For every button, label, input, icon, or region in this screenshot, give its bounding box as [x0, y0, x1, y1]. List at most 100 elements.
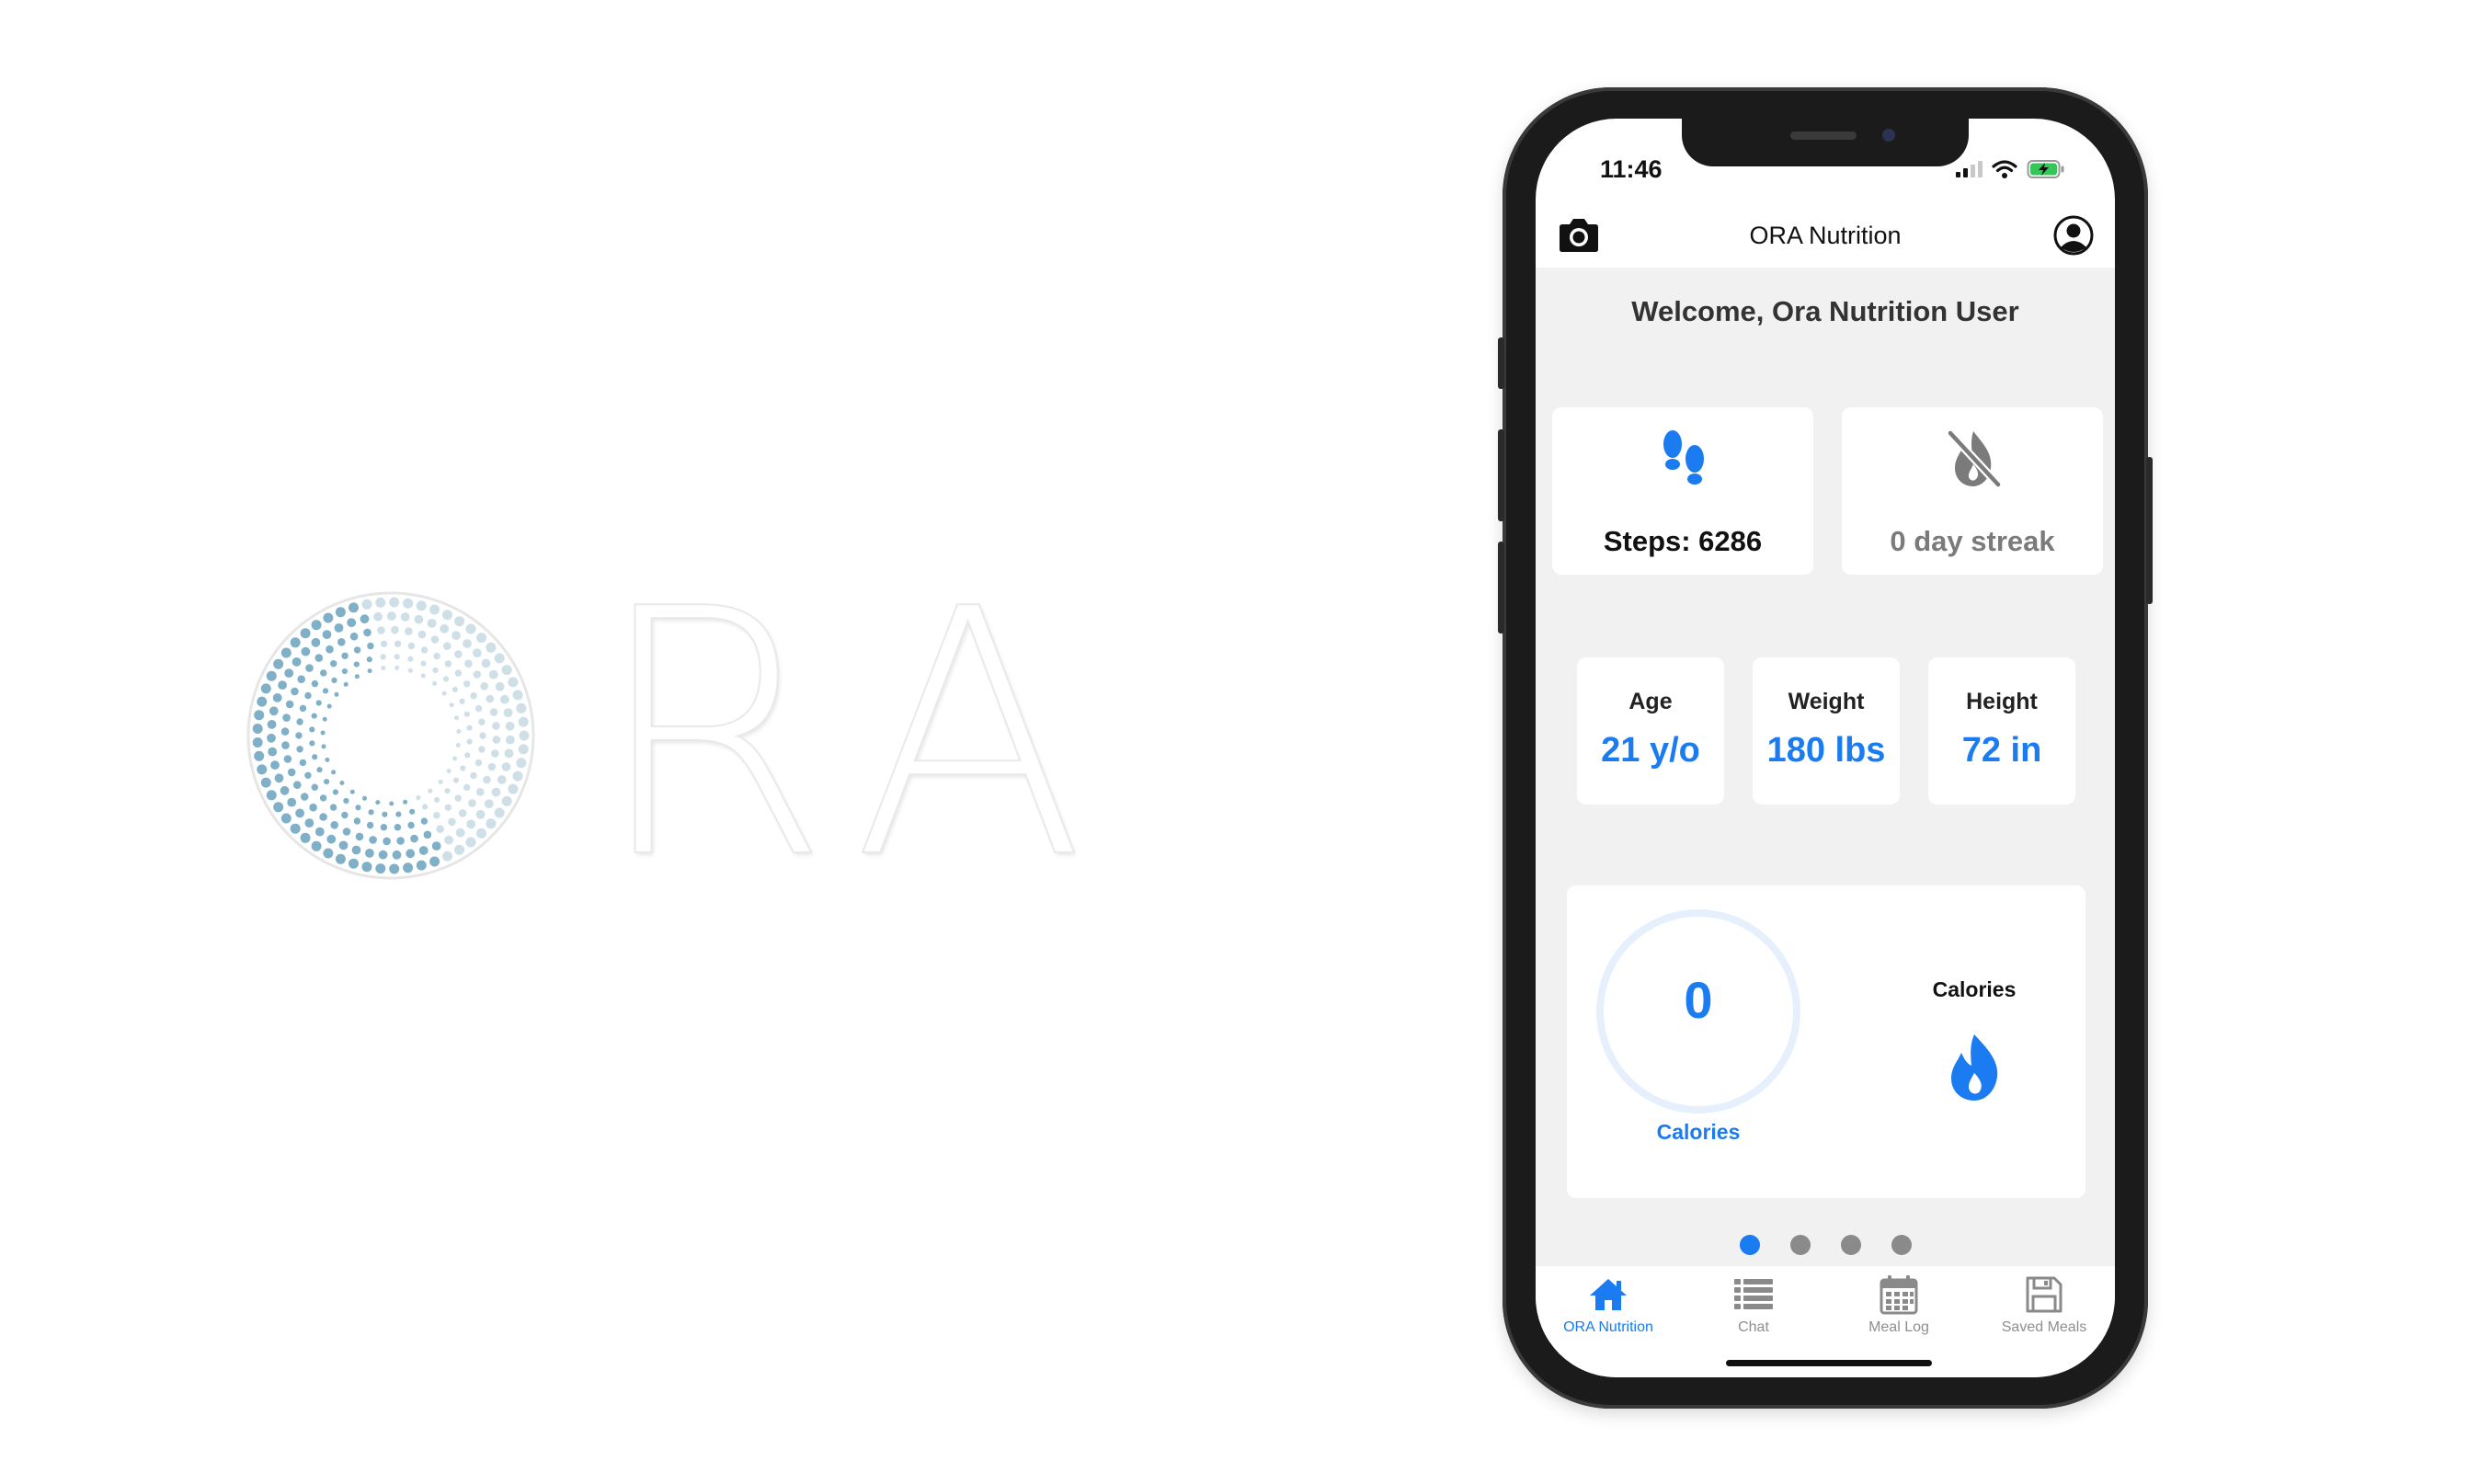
- logo-dot: [254, 750, 265, 761]
- profile-icon[interactable]: [2052, 214, 2095, 257]
- logo-dot-ring-icon: [246, 591, 535, 880]
- logo-dot: [312, 754, 318, 760]
- logo-dot: [311, 713, 317, 719]
- logo-dot: [335, 853, 346, 864]
- logo-dot: [254, 710, 265, 721]
- weight-label: Weight: [1788, 689, 1865, 714]
- logo-dot: [501, 762, 511, 771]
- logo-dot: [380, 654, 386, 660]
- logo-dot: [291, 687, 299, 696]
- logo-dot: [349, 789, 355, 794]
- logo-dot: [395, 811, 402, 817]
- streak-card[interactable]: 0 day streak: [1842, 407, 2103, 575]
- logo-dot: [481, 658, 491, 668]
- logo-dot: [326, 703, 332, 709]
- logo-dot: [284, 668, 294, 678]
- logo-dot: [466, 725, 473, 731]
- logo-dot: [295, 732, 303, 739]
- logo-dot: [444, 660, 452, 668]
- logo-dot: [349, 602, 359, 613]
- height-card[interactable]: Height 72 in: [1928, 657, 2075, 805]
- logo-dot: [325, 757, 330, 762]
- logo-dot: [394, 654, 400, 660]
- steps-card[interactable]: Steps: 6286: [1552, 407, 1813, 575]
- logo-dot: [381, 666, 386, 670]
- page-indicator[interactable]: [1536, 1235, 2115, 1255]
- tab-chat[interactable]: Chat: [1681, 1273, 1826, 1336]
- logo-dot: [257, 696, 268, 707]
- footsteps-icon: [1663, 430, 1704, 485]
- logo-dot: [491, 749, 499, 758]
- logo-dot: [468, 799, 476, 807]
- logo-dot: [347, 618, 357, 628]
- logo-dot: [486, 818, 497, 829]
- logo-dot: [519, 730, 530, 741]
- logo-dot: [451, 631, 461, 640]
- front-camera: [1882, 129, 1895, 142]
- logo-dot: [335, 607, 346, 618]
- logo-dot: [293, 781, 302, 789]
- logo-dot: [448, 817, 456, 827]
- logo-dot: [452, 756, 458, 761]
- logo-dot: [456, 729, 462, 734]
- logo-dot: [368, 809, 374, 816]
- home-indicator[interactable]: [1726, 1360, 1932, 1366]
- logo-dot: [420, 673, 426, 679]
- logo-dot: [287, 797, 297, 807]
- age-value: 21 y/o: [1601, 731, 1700, 770]
- logo-dot: [355, 832, 364, 841]
- tab-saved-meals[interactable]: Saved Meals: [1971, 1273, 2115, 1336]
- logo-dot: [416, 600, 427, 611]
- weight-card[interactable]: Weight 180 lbs: [1753, 657, 1900, 805]
- logo-dot: [432, 680, 438, 686]
- logo-dot: [480, 682, 488, 691]
- logo-dot: [465, 623, 476, 634]
- logo-dot: [269, 706, 279, 716]
- logo-dot: [454, 616, 465, 627]
- logo-dot: [414, 614, 424, 624]
- flame-slash-icon: [1947, 429, 2002, 488]
- logo-dot: [403, 598, 414, 609]
- logo-dot: [433, 812, 440, 819]
- logo-dot: [416, 860, 427, 871]
- logo-dot: [257, 764, 268, 775]
- logo-dot: [409, 808, 416, 815]
- logo-dot: [505, 721, 515, 731]
- logo-dot: [476, 788, 485, 796]
- logo-dot: [311, 783, 318, 791]
- tab-label: Chat: [1738, 1319, 1769, 1335]
- logo-dot: [403, 862, 414, 873]
- logo-dot: [495, 681, 505, 691]
- page-dot-3[interactable]: [1840, 1235, 1861, 1255]
- tab-label: Saved Meals: [2001, 1319, 2087, 1335]
- page-dot-1[interactable]: [1739, 1235, 1760, 1255]
- age-card[interactable]: Age 21 y/o: [1577, 657, 1724, 805]
- navigation-bar: ORA Nutrition: [1536, 203, 2115, 268]
- page-dot-2[interactable]: [1789, 1235, 1811, 1255]
- logo-dot: [354, 674, 360, 679]
- calories-card[interactable]: 0 Calories Calories: [1567, 885, 2085, 1198]
- logo-dot: [252, 724, 263, 734]
- logo-dot: [287, 768, 296, 777]
- logo-dot: [295, 808, 304, 818]
- logo-dot: [407, 668, 413, 673]
- home-icon: [1590, 1279, 1627, 1310]
- earpiece-speaker: [1790, 131, 1857, 140]
- calories-side-label: Calories: [1932, 977, 2017, 1001]
- weight-value: 180 lbs: [1766, 731, 1886, 770]
- tab-meal-log[interactable]: Meal Log: [1826, 1273, 1971, 1336]
- logo-dot: [492, 722, 500, 730]
- logo-dot: [377, 626, 385, 634]
- logo-dot: [367, 642, 374, 650]
- page-dot-4[interactable]: [1891, 1235, 1912, 1255]
- logo-dot: [353, 646, 361, 654]
- logo-dot: [323, 848, 334, 859]
- tab-ora-nutrition[interactable]: ORA Nutrition: [1536, 1273, 1681, 1336]
- logo-dot: [290, 823, 301, 834]
- signal-icon: [1956, 161, 1983, 177]
- battery-charging-icon: [2027, 160, 2064, 178]
- welcome-message: Welcome, Ora Nutrition User: [1631, 295, 2019, 327]
- logo-dot: [449, 702, 454, 708]
- logo-dot: [460, 765, 466, 771]
- logo-dot: [463, 639, 472, 648]
